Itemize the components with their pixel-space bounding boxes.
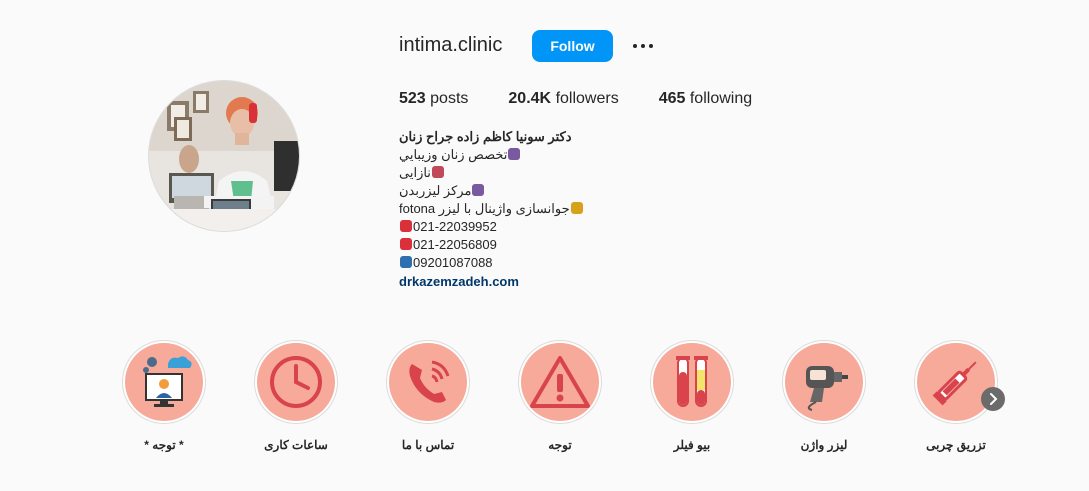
- phone-icon: [389, 343, 467, 421]
- highlight-label: * توجه *: [144, 438, 184, 452]
- bio-line-text: مرکز لیزربدن: [399, 183, 472, 198]
- posts-count-value: 523: [399, 90, 426, 107]
- avatar-image: [149, 81, 299, 231]
- bio-line: 021-22056809: [399, 236, 599, 254]
- bio-line: جوانسازی واژینال با لیزر fotona: [399, 200, 599, 218]
- fleur-de-lis-icon: [570, 202, 583, 214]
- followers-link[interactable]: 20.4K followers: [508, 90, 618, 108]
- posts-count-label: posts: [430, 90, 469, 107]
- highlight-label: لیزر واژن: [800, 438, 848, 452]
- highlight-cover: [122, 340, 206, 424]
- pregnant-icon: [431, 166, 444, 178]
- more-dot-icon: [633, 44, 637, 48]
- highlight-cover: [254, 340, 338, 424]
- highlight-cover: [782, 340, 866, 424]
- followers-count-label: followers: [555, 90, 619, 107]
- more-options-button[interactable]: [628, 32, 658, 60]
- bio-line-text: 021-22056809: [413, 237, 497, 252]
- clock-icon: [257, 343, 335, 421]
- highlight-item[interactable]: توجه: [517, 340, 603, 452]
- bio-line-text: تخصص زنان وزيبايي: [399, 147, 508, 162]
- highlight-item[interactable]: تماس با ما: [385, 340, 471, 452]
- highlight-cover: [914, 340, 998, 424]
- more-dot-icon: [649, 44, 653, 48]
- support-agent-icon: [125, 343, 203, 421]
- bio-website-link[interactable]: drkazemzadeh.com: [399, 273, 599, 291]
- posts-count: 523 posts: [399, 90, 468, 108]
- profile-stats: 523 posts 20.4K followers 465 following: [399, 90, 792, 108]
- follow-button[interactable]: Follow: [532, 30, 613, 62]
- following-count-value: 465: [658, 90, 686, 107]
- followers-count-value: 20.4K: [508, 90, 552, 107]
- highlight-cover: [386, 340, 470, 424]
- highlight-item[interactable]: * توجه *: [121, 340, 207, 452]
- more-dot-icon: [641, 44, 645, 48]
- bio-line-text: نازایی: [399, 165, 431, 180]
- highlight-cover: [650, 340, 734, 424]
- following-count-label: following: [689, 90, 753, 107]
- profile-username: intima.clinic: [399, 34, 503, 56]
- woman-health-worker-icon: [508, 148, 521, 160]
- highlight-label: ساعات کاری: [264, 438, 328, 452]
- woman-health-worker-icon: [472, 184, 485, 196]
- bio-line: تخصص زنان وزيبايي: [399, 146, 599, 164]
- mobile-phone-icon: [400, 256, 412, 268]
- warning-icon: [521, 343, 599, 421]
- story-highlights: تزریق چربی لیزر واژن بیو فیلر توجه تماس با م…: [0, 340, 1089, 460]
- highlight-item[interactable]: ساعات کاری: [253, 340, 339, 452]
- bio-line: 021-22039952: [399, 218, 599, 236]
- highlight-cover: [518, 340, 602, 424]
- test-tubes-icon: [653, 343, 731, 421]
- bio-line-text: 09201087088: [413, 255, 493, 270]
- highlight-label: تزریق چربی: [926, 438, 986, 452]
- bio-full-name: دکتر سونیا کاظم زاده جراح زنان: [399, 129, 572, 144]
- telephone-icon: [400, 220, 412, 232]
- highlight-item[interactable]: بیو فیلر: [649, 340, 735, 452]
- highlight-label: بیو فیلر: [673, 438, 711, 452]
- bio-line-text: 021-22039952: [413, 219, 497, 234]
- bio-line: مرکز لیزربدن: [399, 182, 599, 200]
- bio-line: نازایی: [399, 164, 599, 182]
- bio-lines: تخصص زنان وزيبايي نازایی مرکز لیزربدن جوانس…: [399, 146, 599, 272]
- highlights-next-button[interactable]: [981, 387, 1005, 411]
- profile-avatar[interactable]: [148, 80, 300, 232]
- bio-line-text: جوانسازی واژینال با لیزر fotona: [399, 201, 570, 216]
- bio-line: 09201087088: [399, 254, 599, 272]
- syringe-icon: [917, 343, 995, 421]
- highlight-label: توجه: [548, 438, 572, 452]
- telephone-icon: [400, 238, 412, 250]
- laser-device-icon: [785, 343, 863, 421]
- chevron-right-icon: [990, 393, 998, 405]
- profile-bio: دکتر سونیا کاظم زاده جراح زنان تخصص زنان…: [399, 128, 599, 291]
- highlight-item[interactable]: لیزر واژن: [781, 340, 867, 452]
- following-link[interactable]: 465 following: [659, 90, 752, 108]
- highlight-label: تماس با ما: [401, 438, 455, 452]
